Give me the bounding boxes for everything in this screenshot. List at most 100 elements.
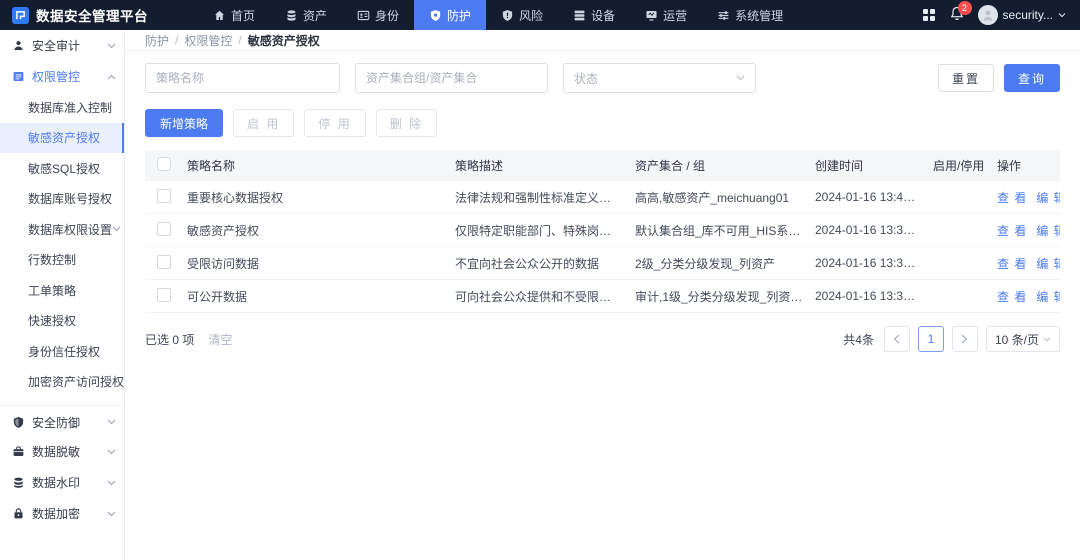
row-checkbox[interactable] [157,189,171,203]
sidebar-item-5[interactable]: 数据库权限设置 [0,214,124,245]
avatar [978,5,998,25]
sidebar: 安全审计权限管控数据库准入控制敏感资产授权敏感SQL授权数据库账号授权数据库权限… [0,30,125,560]
operation-icon [645,9,658,22]
nav-item-8[interactable]: 系统管理 [702,0,798,30]
row-checkbox[interactable] [157,288,171,302]
cell-created-time: 2024-01-16 13:39:00 [815,223,933,237]
policy-name-input[interactable] [145,63,340,93]
page-number-button[interactable]: 1 [918,326,944,352]
home-icon [213,9,226,22]
sidebar-group-2[interactable]: 权限管控 [0,61,124,92]
chevron-down-icon [736,75,745,81]
sidebar-group-label: 数据脱敏 [32,443,80,460]
sidebar-group-4[interactable]: 数据脱敏 [0,436,124,467]
sidebar-item-4[interactable]: 数据库账号授权 [0,184,124,215]
nav-item-7[interactable]: 运营 [630,0,702,30]
main-nav: 首页 资产身份 防护风险设备运营系统管理 [198,0,798,30]
sidebar-item-1[interactable]: 数据库准入控制 [0,92,124,123]
edit-link[interactable]: 编 辑 [1036,288,1060,305]
sidebar-group-6[interactable]: 数据加密 [0,498,124,529]
sidebar-group-5[interactable]: 数据水印 [0,467,124,498]
sidebar-item-9[interactable]: 身份信任授权 [0,336,124,367]
sidebar-item-6[interactable]: 行数控制 [0,245,124,276]
selected-count: 已选 0 项 [145,331,194,348]
row-checkbox[interactable] [157,255,171,269]
sidebar-item-7[interactable]: 工单策略 [0,275,124,306]
col-policy-desc: 策略描述 [455,157,635,174]
reset-button[interactable]: 重置 [938,64,994,92]
status-select[interactable]: 状态 [563,63,756,93]
sidebar-item-2[interactable]: 敏感资产授权 [0,123,124,154]
apps-grid-icon[interactable] [922,8,936,22]
next-page-button[interactable] [952,326,978,352]
nav-item-4[interactable]: 防护 [414,0,486,30]
breadcrumb-separator: / [238,33,241,47]
select-all-checkbox[interactable] [157,157,171,171]
row-checkbox[interactable] [157,222,171,236]
chevron-down-icon [107,43,116,49]
identity-icon [357,9,370,22]
prev-page-button[interactable] [884,326,910,352]
enable-button[interactable]: 启 用 [233,109,294,137]
breadcrumb-item-3: 敏感资产授权 [248,32,320,49]
top-navbar: 数据安全管理平台 首页 资产身份 防护风险设备运营系统管理 2 security..… [0,0,1080,30]
nav-item-2[interactable]: 资产 [270,0,342,30]
breadcrumb-item-2[interactable]: 权限管控 [184,32,232,49]
sidebar-group-1[interactable]: 安全审计 [0,30,124,61]
app-title: 数据安全管理平台 [36,5,148,25]
nav-item-label: 防护 [447,7,471,24]
sidebar-item-3[interactable]: 敏感SQL授权 [0,153,124,184]
system-icon [717,9,730,22]
cell-asset-set: 审计,1级_分类分级发现_列资产,敏感资产_... [635,288,815,305]
filter-buttons: 重置 查询 [938,64,1060,92]
table-row: 重要核心数据授权法律法规和强制性标准定义的重要数据高高,敏感资产_meichua… [145,181,1060,214]
cell-created-time: 2024-01-16 13:35:43 [815,256,933,270]
user-menu[interactable]: security... [978,5,1066,25]
sidebar-item-label: 数据库账号授权 [28,190,112,207]
sidebar-item-label: 行数控制 [28,251,76,268]
table-header: 策略名称 策略描述 资产集合 / 组 创建时间 启用/停用 操作 [145,150,1060,181]
nav-item-label: 资产 [303,7,327,24]
chevron-down-icon [1043,337,1051,342]
sidebar-group-3[interactable]: 安全防御 [0,405,124,436]
nav-item-3[interactable]: 身份 [342,0,414,30]
cell-policy-desc: 可向社会公众提供和不受限制使用的数据 [455,288,635,305]
view-link[interactable]: 查 看 [997,189,1027,206]
pagination: 共4条 1 10 条/页 [843,326,1060,352]
query-button[interactable]: 查询 [1004,64,1060,92]
sidebar-item-10[interactable]: 加密资产访问授权 [0,367,124,398]
asset-set-input[interactable] [355,63,548,93]
sidebar-item-label: 敏感SQL授权 [28,160,100,177]
nav-item-5[interactable]: 风险 [486,0,558,30]
sidebar-item-8[interactable]: 快速授权 [0,306,124,337]
sidebar-item-label: 数据库准入控制 [28,99,112,116]
clear-selection-link[interactable]: 清空 [208,331,232,348]
disable-button[interactable]: 停 用 [304,109,365,137]
nav-item-1[interactable]: 首页 [198,0,270,30]
edit-link[interactable]: 编 辑 [1036,255,1060,272]
col-policy-name: 策略名称 [187,157,455,174]
assets-icon [285,9,298,22]
view-link[interactable]: 查 看 [997,288,1027,305]
encryption-icon [12,507,25,520]
notifications-button[interactable]: 2 [950,6,964,24]
add-policy-button[interactable]: 新增策略 [145,109,223,137]
chevron-down-icon [107,480,116,486]
breadcrumb: 防护/权限管控/敏感资产授权 [125,30,1080,51]
page-size-select[interactable]: 10 条/页 [986,326,1060,352]
nav-item-6[interactable]: 设备 [558,0,630,30]
edit-link[interactable]: 编 辑 [1036,189,1060,206]
col-created: 创建时间 [815,157,933,174]
col-actions: 操作 [997,157,1060,174]
watermark-icon [12,476,25,489]
edit-link[interactable]: 编 辑 [1036,222,1060,239]
table-row: 受限访问数据不宜向社会公众公开的数据2级_分类分级发现_列资产2024-01-1… [145,247,1060,280]
delete-button[interactable]: 删 除 [376,109,437,137]
breadcrumb-item-1[interactable]: 防护 [145,32,169,49]
view-link[interactable]: 查 看 [997,222,1027,239]
cell-asset-set: 默认集合组_库不可用_HIS系统_gaussdb2... [635,222,815,239]
notification-badge: 2 [958,1,972,15]
view-link[interactable]: 查 看 [997,255,1027,272]
nav-item-label: 首页 [231,7,255,24]
table-row: 敏感资产授权仅限特定职能部门、特殊岗位/层级政府职...默认集合组_库不可用_H… [145,214,1060,247]
